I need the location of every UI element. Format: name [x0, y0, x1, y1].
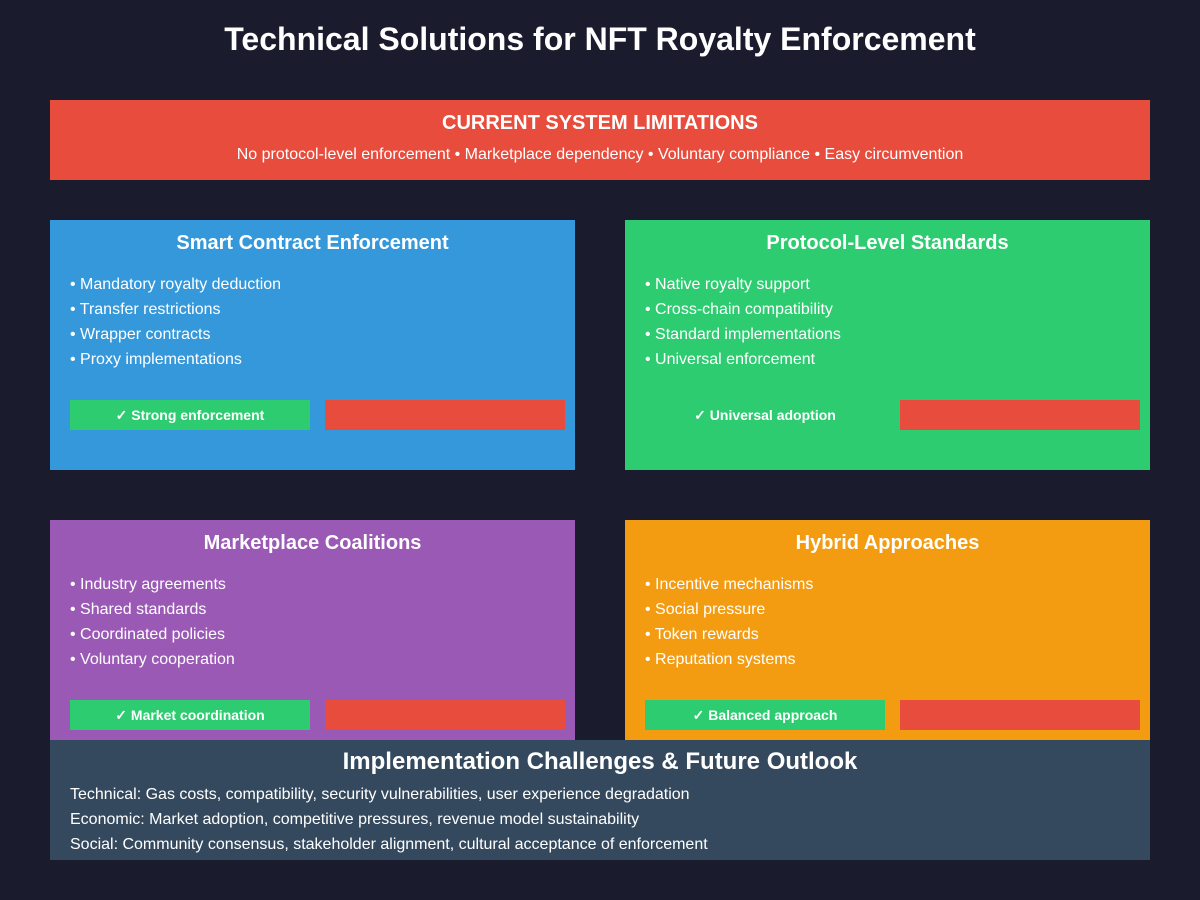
outlook-list: Technical: Gas costs, compatibility, sec…	[70, 782, 708, 857]
outlook-panel: Implementation Challenges & Future Outlo…	[50, 740, 1150, 860]
list-item: • Reputation systems	[645, 651, 796, 668]
card-title: Marketplace Coalitions	[203, 532, 422, 554]
outlook-line-social: Social: Community consensus, stakeholder…	[70, 836, 708, 853]
list-item: • Voluntary cooperation	[70, 651, 235, 668]
card-item-list: • Industry agreements • Shared standards…	[70, 572, 235, 672]
list-item: • Mandatory royalty deduction	[70, 276, 282, 293]
list-item: • Proxy implementations	[70, 351, 242, 368]
card-title: Protocol-Level Standards	[766, 232, 1009, 254]
con-badge	[325, 400, 565, 430]
limitations-banner: CURRENT SYSTEM LIMITATIONS No protocol-l…	[50, 100, 1150, 180]
con-badge	[900, 400, 1140, 430]
card-title: Smart Contract Enforcement	[176, 232, 449, 254]
outlook-line-economic: Economic: Market adoption, competitive p…	[70, 811, 640, 828]
limitations-subtitle: No protocol-level enforcement • Marketpl…	[236, 146, 964, 163]
pro-badge: ✓ Market coordination	[70, 700, 310, 730]
card-item-list: • Mandatory royalty deduction • Transfer…	[70, 272, 281, 372]
limitations-title: CURRENT SYSTEM LIMITATIONS	[442, 112, 758, 134]
page-title: Technical Solutions for NFT Royalty Enfo…	[224, 21, 976, 57]
list-item: • Standard implementations	[645, 326, 841, 343]
card-hybrid-approaches: Hybrid Approaches • Incentive mechanisms…	[625, 520, 1150, 770]
pro-badge: ✓ Universal adoption	[645, 400, 885, 430]
card-protocol-standards: Protocol-Level Standards • Native royalt…	[625, 220, 1150, 470]
con-badge	[325, 700, 565, 730]
list-item: • Shared standards	[70, 601, 207, 618]
list-item: • Social pressure	[645, 601, 766, 618]
list-item: • Industry agreements	[70, 576, 226, 593]
list-item: • Wrapper contracts	[70, 326, 211, 343]
card-title: Hybrid Approaches	[795, 532, 980, 554]
card-item-list: • Native royalty support • Cross-chain c…	[645, 272, 841, 372]
list-item: • Cross-chain compatibility	[645, 301, 833, 318]
list-item: • Transfer restrictions	[70, 301, 221, 318]
list-item: • Token rewards	[645, 626, 759, 643]
pro-badge: ✓ Balanced approach	[645, 700, 885, 730]
pro-badge: ✓ Strong enforcement	[70, 400, 310, 430]
outlook-title: Implementation Challenges & Future Outlo…	[342, 748, 858, 775]
list-item: • Universal enforcement	[645, 351, 816, 368]
outlook-line-technical: Technical: Gas costs, compatibility, sec…	[70, 786, 690, 803]
card-marketplace-coalitions: Marketplace Coalitions • Industry agreem…	[50, 520, 575, 770]
list-item: • Coordinated policies	[70, 626, 226, 643]
list-item: • Incentive mechanisms	[645, 576, 814, 593]
card-item-list: • Incentive mechanisms • Social pressure…	[645, 572, 813, 672]
list-item: • Native royalty support	[645, 276, 810, 293]
con-badge	[900, 700, 1140, 730]
card-smart-contract: Smart Contract Enforcement • Mandatory r…	[50, 220, 575, 470]
